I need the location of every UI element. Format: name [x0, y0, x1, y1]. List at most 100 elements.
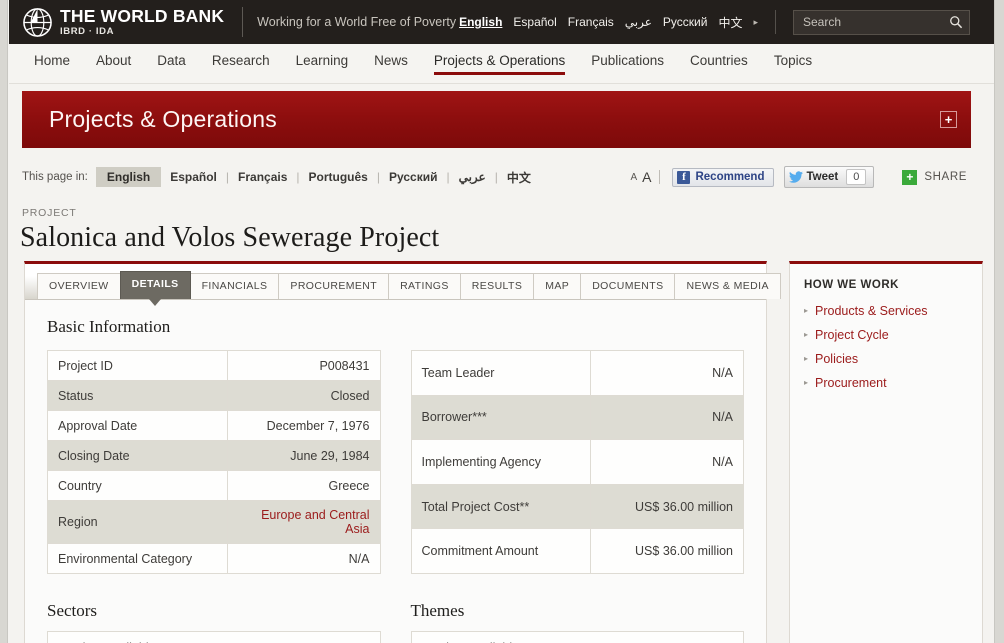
nav-item-topics[interactable]: Topics — [761, 52, 825, 75]
global-lang-english[interactable]: English — [459, 15, 502, 29]
table-row: Borrower*** N/A — [410, 394, 744, 441]
row-value: P008431 — [226, 350, 381, 381]
global-lang-arabic[interactable]: عربي — [625, 15, 652, 29]
caret-right-icon: ▸ — [804, 354, 809, 363]
tab-details[interactable]: DETAILS — [119, 271, 191, 306]
page-root: THE WORLD BANK IBRD · IDA Working for a … — [0, 0, 1004, 643]
global-lang-espanol[interactable]: Español — [513, 15, 556, 29]
tab-financials[interactable]: FINANCIALS — [189, 273, 280, 299]
panel-body: Basic Information Project ID P008431 Sta… — [25, 300, 766, 643]
nav-item-learning[interactable]: Learning — [283, 52, 362, 75]
global-lang-russian[interactable]: Русский — [663, 15, 708, 29]
caret-right-icon: ▸ — [804, 330, 809, 339]
page-language-label: This page in: — [22, 171, 88, 183]
page-title: Salonica and Volos Sewerage Project — [20, 222, 440, 253]
twitter-bird-icon — [788, 171, 803, 183]
page-language-options: Español | Français | Português | Русский… — [161, 169, 540, 186]
page-lang-espanol[interactable]: Español — [161, 170, 226, 184]
worldbank-logo[interactable]: THE WORLD BANK IBRD · IDA — [22, 7, 224, 38]
tab-results[interactable]: RESULTS — [459, 273, 535, 299]
nav-item-projects-operations[interactable]: Projects & Operations — [421, 52, 578, 75]
sidebar-item-policies[interactable]: ▸ Policies — [804, 352, 968, 366]
table-row: Closing Date June 29, 1984 — [47, 440, 381, 471]
toolbar-divider — [659, 170, 661, 184]
table-row: Implementing Agency N/A — [410, 439, 744, 485]
search-icon[interactable] — [949, 15, 963, 29]
row-label: Borrower*** — [410, 394, 592, 441]
section-banner: Projects & Operations + — [22, 91, 971, 148]
row-label: Environmental Category — [47, 543, 228, 574]
facebook-icon: f — [677, 170, 691, 184]
row-value: Closed — [226, 380, 381, 411]
nav-item-home[interactable]: Home — [21, 52, 83, 75]
decrease-font-button[interactable]: A — [630, 172, 637, 183]
row-label: Project ID — [47, 350, 228, 381]
globe-icon — [23, 7, 52, 37]
main-navigation: Home About Data Research Learning News P… — [9, 44, 994, 84]
basic-information-heading: Basic Information — [47, 317, 171, 336]
global-lang-chinese[interactable]: 中文 — [718, 14, 742, 31]
tab-map[interactable]: MAP — [533, 273, 582, 299]
sidebar-item-products-services[interactable]: ▸ Products & Services — [804, 304, 968, 318]
tweet-count: 0 — [846, 169, 867, 185]
sectors-section: Sectors No data available — [47, 601, 381, 643]
twitter-tweet-button[interactable]: Tweet 0 — [783, 166, 875, 188]
search-input[interactable]: Search — [803, 15, 949, 29]
row-value-region-link[interactable]: Europe and Central Asia — [226, 500, 381, 544]
basic-information-tables: Project ID P008431 Status Closed Approva… — [47, 350, 744, 574]
tab-documents[interactable]: DOCUMENTS — [580, 273, 676, 299]
basic-info-table-left: Project ID P008431 Status Closed Approva… — [47, 350, 381, 574]
sidebar-item-procurement[interactable]: ▸ Procurement — [804, 376, 968, 390]
breadcrumb-kicker: PROJECT — [22, 207, 77, 219]
tab-procurement[interactable]: PROCUREMENT — [278, 273, 390, 299]
page-lang-chinese[interactable]: 中文 — [498, 169, 540, 186]
tab-news-media[interactable]: NEWS & MEDIA — [674, 273, 781, 299]
row-label: Total Project Cost** — [410, 483, 592, 530]
sidebar-item-label[interactable]: Procurement — [815, 376, 887, 390]
sidebar-item-project-cycle[interactable]: ▸ Project Cycle — [804, 328, 968, 342]
page-lang-portugues[interactable]: Português — [300, 170, 377, 184]
sidebar-item-label[interactable]: Policies — [815, 352, 858, 366]
nav-item-about[interactable]: About — [83, 52, 144, 75]
sectors-themes-row: Sectors No data available Themes No data… — [47, 601, 744, 643]
chevron-right-icon[interactable]: ▸ — [753, 17, 758, 28]
page-lang-selected-english[interactable]: English — [95, 167, 162, 187]
table-row: Country Greece — [47, 470, 381, 501]
row-label: Status — [47, 380, 228, 411]
table-row: Environmental Category N/A — [47, 543, 381, 574]
row-value: N/A — [590, 350, 744, 396]
search-box[interactable]: Search — [793, 9, 970, 35]
project-tabs: OVERVIEW DETAILS FINANCIALS PROCUREMENT … — [25, 264, 781, 306]
main-nav-list: Home About Data Research Learning News P… — [9, 52, 825, 75]
page-gutter-right — [994, 0, 1004, 643]
nav-item-news[interactable]: News — [361, 52, 421, 75]
page-lang-francais[interactable]: Français — [229, 170, 296, 184]
page-lang-russian[interactable]: Русский — [380, 170, 447, 184]
global-lang-francais[interactable]: Français — [568, 15, 614, 29]
sidebar-title: HOW WE WORK — [804, 279, 899, 291]
row-value: December 7, 1976 — [226, 410, 381, 441]
global-header: THE WORLD BANK IBRD · IDA Working for a … — [9, 0, 994, 44]
increase-font-button[interactable]: A — [642, 169, 651, 185]
row-label: Country — [47, 470, 228, 501]
tab-overview[interactable]: OVERVIEW — [37, 273, 121, 299]
themes-section: Themes No data available — [410, 601, 744, 643]
nav-item-data[interactable]: Data — [144, 52, 199, 75]
section-title: Projects & Operations — [49, 106, 277, 132]
sidebar-item-label[interactable]: Project Cycle — [815, 328, 889, 342]
share-button[interactable]: + SHARE — [902, 169, 967, 185]
sidebar-item-label[interactable]: Products & Services — [815, 304, 928, 318]
nav-item-research[interactable]: Research — [199, 52, 283, 75]
nav-item-countries[interactable]: Countries — [677, 52, 761, 75]
row-value: Greece — [226, 470, 381, 501]
row-label: Implementing Agency — [410, 439, 592, 485]
plus-icon: + — [902, 169, 918, 185]
tab-ratings[interactable]: RATINGS — [388, 273, 461, 299]
table-row: Approval Date December 7, 1976 — [47, 410, 381, 441]
facebook-recommend-button[interactable]: f Recommend — [672, 167, 774, 187]
page-lang-arabic[interactable]: عربي — [450, 170, 495, 184]
tagline: Working for a World Free of Poverty — [257, 15, 457, 29]
expand-banner-button[interactable]: + — [940, 111, 957, 128]
how-we-work-sidebar: HOW WE WORK ▸ Products & Services ▸ Proj… — [789, 261, 983, 643]
nav-item-publications[interactable]: Publications — [578, 52, 677, 75]
